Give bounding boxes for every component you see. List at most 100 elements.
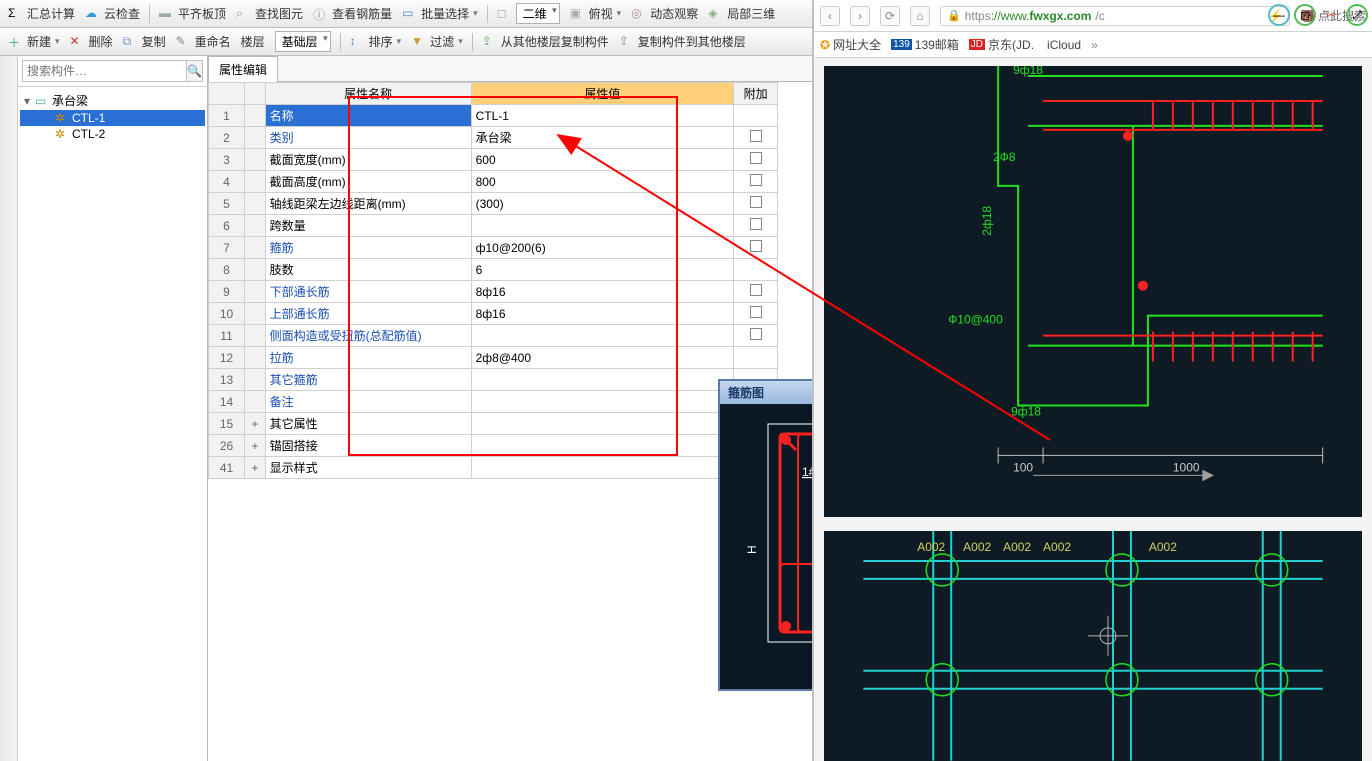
tree-item-ctl1[interactable]: ✲ CTL-1 (20, 110, 205, 126)
btn-cloud[interactable]: ☁云检查 (81, 3, 144, 24)
prop-row[interactable]: 6跨数量 (209, 215, 778, 237)
browser-forward[interactable]: › (850, 6, 870, 26)
prop-attach[interactable] (734, 259, 778, 281)
btn-local3d[interactable]: ◈局部三维 (704, 3, 779, 24)
btn-copyto[interactable]: ⇪复制构件到其他楼层 (615, 31, 750, 52)
prop-attach[interactable] (734, 171, 778, 193)
prop-row[interactable]: 4截面高度(mm)800 (209, 171, 778, 193)
bm-jd[interactable]: JD京东(JD. (969, 36, 1034, 53)
panel-grip[interactable] (0, 56, 18, 761)
prop-attach[interactable] (734, 237, 778, 259)
btn-del[interactable]: ✕删除 (66, 31, 117, 52)
prop-value[interactable]: 600 (471, 149, 734, 171)
search-button[interactable]: 🔍 (187, 60, 203, 82)
prop-value[interactable] (471, 391, 734, 413)
prop-attach[interactable] (734, 281, 778, 303)
prop-row[interactable]: 10上部通长筋8ф16 (209, 303, 778, 325)
prop-attach[interactable] (734, 105, 778, 127)
prop-name[interactable]: 显示样式 (265, 457, 471, 479)
prop-row[interactable]: 26+锚固搭接 (209, 435, 778, 457)
prop-value[interactable]: 承台梁 (471, 127, 734, 149)
prop-name[interactable]: 锚固搭接 (265, 435, 471, 457)
btn-sort[interactable]: ↕排序▾ (346, 31, 406, 52)
prop-value[interactable]: ф10@200(6) (471, 237, 734, 259)
btn-findelem[interactable]: ⌕查找图元 (232, 3, 307, 24)
btn-dyn[interactable]: ◎动态观察 (627, 3, 702, 24)
prop-name[interactable]: 拉筋 (265, 347, 471, 369)
prop-name[interactable]: 截面高度(mm) (265, 171, 471, 193)
prop-name[interactable]: 肢数 (265, 259, 471, 281)
expand-button[interactable]: ⤢ (1346, 4, 1368, 26)
prop-value[interactable]: CTL-1 (471, 105, 734, 127)
prop-name[interactable]: 备注 (265, 391, 471, 413)
prop-row[interactable]: 14备注 (209, 391, 778, 413)
prop-name[interactable]: 名称 (265, 105, 471, 127)
address-bar[interactable]: 🔒 httpshttps://www.fwxgx.com://www.fwxgx… (940, 6, 1290, 26)
btn-copy[interactable]: ⧉复制 (119, 31, 170, 52)
prop-row[interactable]: 3截面宽度(mm)600 (209, 149, 778, 171)
prop-row[interactable]: 1名称CTL-1 (209, 105, 778, 127)
row-expand[interactable]: + (245, 435, 266, 457)
prop-value[interactable] (471, 215, 734, 237)
prop-attach[interactable] (734, 193, 778, 215)
prop-value[interactable] (471, 457, 734, 479)
prop-name[interactable]: 箍筋 (265, 237, 471, 259)
prop-name[interactable]: 侧面构造或受扭筋(总配筋值) (265, 325, 471, 347)
prop-row[interactable]: 5轴线距梁左边线距离(mm)(300) (209, 193, 778, 215)
close-button[interactable]: ✂ (1320, 4, 1342, 26)
prop-value[interactable] (471, 435, 734, 457)
prop-name[interactable]: 跨数量 (265, 215, 471, 237)
prop-row[interactable]: 7箍筋ф10@200(6) (209, 237, 778, 259)
btn-showrebar[interactable]: ⓘ查看钢筋量 (309, 3, 396, 24)
browser-reload[interactable]: ⟳ (880, 6, 900, 26)
prop-attach[interactable] (734, 127, 778, 149)
prop-value[interactable]: 8ф16 (471, 281, 734, 303)
tree-item-ctl2[interactable]: ✲ CTL-2 (20, 126, 205, 142)
minimize-button[interactable]: — (1268, 4, 1290, 26)
prop-name[interactable]: 下部通长筋 (265, 281, 471, 303)
prop-value[interactable] (471, 413, 734, 435)
prop-value[interactable]: 2ф8@400 (471, 347, 734, 369)
prop-name[interactable]: 轴线距梁左边线距离(mm) (265, 193, 471, 215)
prop-row[interactable]: 11侧面构造或受扭筋(总配筋值) (209, 325, 778, 347)
btn-batch[interactable]: ▭批量选择▾ (398, 3, 482, 24)
prop-name[interactable]: 截面宽度(mm) (265, 149, 471, 171)
btn-rename[interactable]: ✎重命名 (172, 31, 235, 52)
prop-row[interactable]: 15+其它属性 (209, 413, 778, 435)
collapse-icon[interactable]: ▾ (22, 94, 32, 108)
prop-attach[interactable] (734, 149, 778, 171)
browser-back[interactable]: ‹ (820, 6, 840, 26)
prop-value[interactable]: 8ф16 (471, 303, 734, 325)
prop-row[interactable]: 8肢数6 (209, 259, 778, 281)
col-name[interactable]: 属性名称 (265, 83, 471, 105)
prop-value[interactable]: 800 (471, 171, 734, 193)
prop-row[interactable]: 13其它箍筋 (209, 369, 778, 391)
bm-more[interactable]: » (1091, 38, 1098, 52)
prop-attach[interactable] (734, 347, 778, 369)
prop-value[interactable] (471, 325, 734, 347)
pick-2d[interactable]: ◻二维 (493, 1, 564, 26)
prop-attach[interactable] (734, 215, 778, 237)
prop-attach[interactable] (734, 325, 778, 347)
prop-row[interactable]: 2类别承台梁 (209, 127, 778, 149)
btn-flatten[interactable]: ▬平齐板顶 (155, 3, 230, 24)
btn-copyfrom[interactable]: ⇪从其他楼层复制构件 (478, 31, 613, 52)
btn-filter[interactable]: ▼过滤▾ (407, 31, 467, 52)
prop-row[interactable]: 9下部通长筋8ф16 (209, 281, 778, 303)
search-input[interactable] (22, 60, 187, 82)
row-expand[interactable]: + (245, 457, 266, 479)
prop-name[interactable]: 其它箍筋 (265, 369, 471, 391)
prop-name[interactable]: 上部通长筋 (265, 303, 471, 325)
bm-mail[interactable]: 139139邮箱 (891, 36, 959, 53)
btn-sum[interactable]: Σ汇总计算 (4, 3, 79, 24)
pick-layer[interactable]: 基础层 (271, 29, 335, 54)
prop-row[interactable]: 12拉筋2ф8@400 (209, 347, 778, 369)
prop-value[interactable] (471, 369, 734, 391)
cad-view-plan[interactable]: A002A002 A002A002 A002CTL-1 A002A002 800… (824, 531, 1362, 761)
prop-value[interactable]: (300) (471, 193, 734, 215)
prop-value[interactable]: 6 (471, 259, 734, 281)
prop-row[interactable]: 41+显示样式 (209, 457, 778, 479)
cad-view-section[interactable]: 9ф18 2Ф8 2ф18 Ф10@400 9ф18 100 1000 (824, 66, 1362, 517)
col-value[interactable]: 属性值 (471, 83, 734, 105)
browser-home[interactable]: ⌂ (910, 6, 930, 26)
